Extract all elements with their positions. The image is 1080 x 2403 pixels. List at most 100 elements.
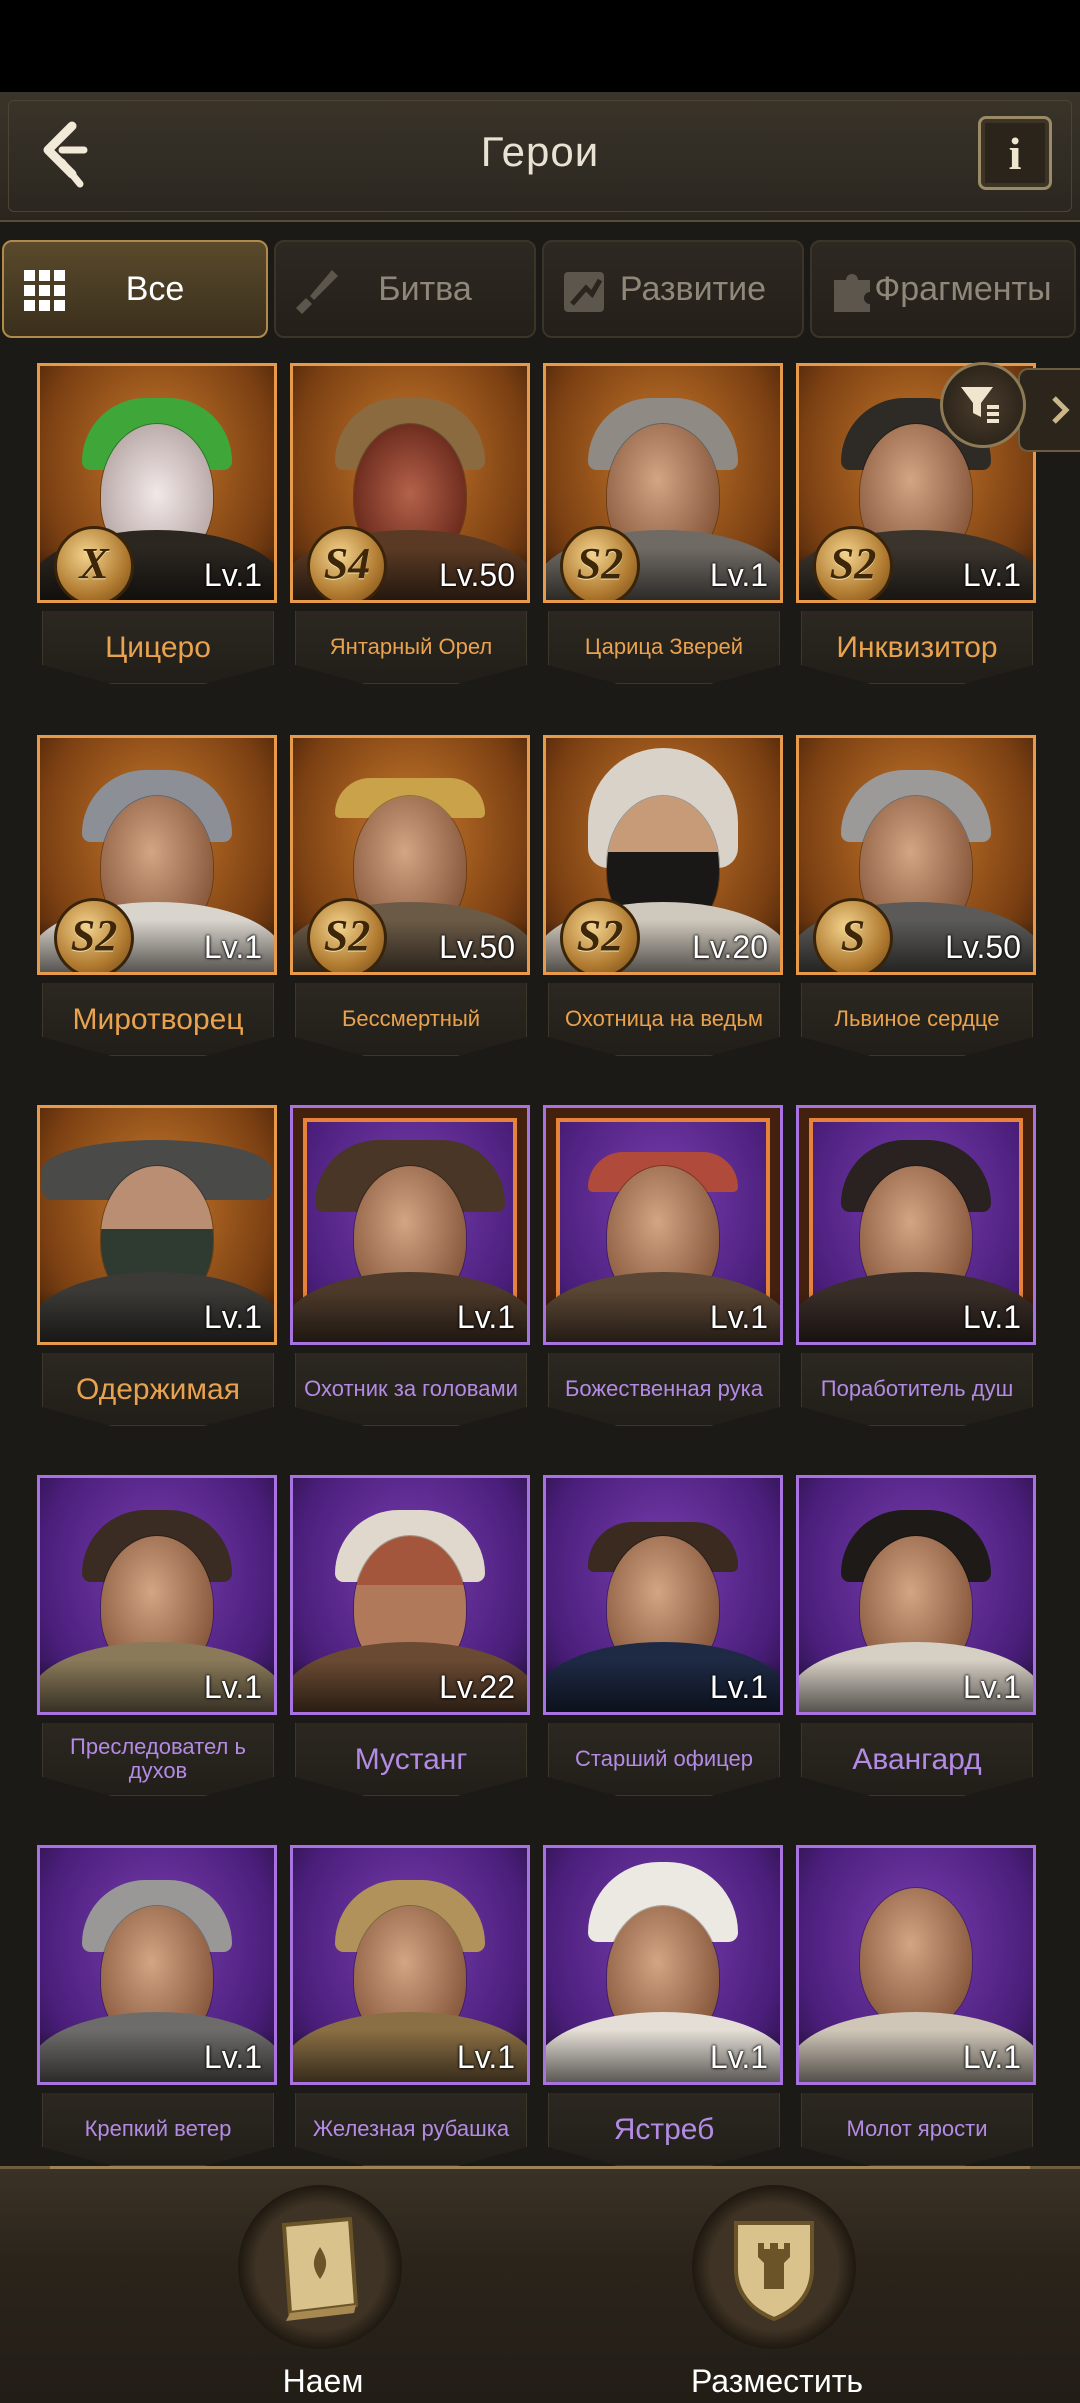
rank-badge: S2 [560, 526, 640, 600]
hero-card[interactable]: Lv.1 Одержимая [25, 1097, 277, 1427]
hero-level: Lv.1 [456, 1299, 515, 1335]
hero-card[interactable]: Lv.1 Крепкий ветер [25, 1837, 277, 2167]
hero-portrait: S2 Lv.50 [290, 735, 530, 975]
filter-tabs: Все Битва Развитие Фрагменты [0, 240, 1080, 340]
hero-nameplate: Мустанг [295, 1723, 527, 1796]
hero-nameplate: Львиное сердце [801, 983, 1033, 1056]
hero-portrait: Lv.22 [290, 1475, 530, 1715]
tab-all[interactable]: Все [2, 240, 268, 338]
hero-nameplate: Царица Зверей [548, 611, 780, 684]
hero-nameplate: Инквизитор [801, 611, 1033, 684]
hero-portrait: Lv.1 [290, 1105, 530, 1345]
hero-level: Lv.1 [203, 1669, 262, 1705]
hero-card[interactable]: S4 Lv.50 Янтарный Орел [278, 355, 530, 685]
hero-name: Поработитель душ [820, 1375, 1014, 1401]
dagger-icon [296, 270, 338, 314]
hero-name: Одержимая [76, 1372, 240, 1406]
hero-portrait: Lv.1 [290, 1845, 530, 2085]
hero-card[interactable]: X Lv.1 Цицеро [25, 355, 277, 685]
hero-card[interactable]: Lv.1 Старший офицер [531, 1467, 783, 1797]
hero-level: Lv.20 [692, 929, 768, 965]
hero-name: Цицеро [105, 630, 211, 664]
hero-name: Мустанг [354, 1742, 468, 1776]
hero-card[interactable]: S Lv.50 Львиное сердце [784, 727, 1036, 1057]
tab-fragments[interactable]: Фрагменты [810, 240, 1076, 338]
hero-level: Lv.1 [709, 557, 768, 593]
hero-portrait: Lv.1 [543, 1845, 783, 2085]
rank-badge: S [813, 898, 893, 972]
rank-badge: S2 [813, 526, 893, 600]
hero-nameplate: Крепкий ветер [42, 2093, 274, 2166]
hero-portrait: X Lv.1 [37, 363, 277, 603]
hero-card[interactable]: Lv.1 Божественная рука [531, 1097, 783, 1427]
hero-card[interactable]: S2 Lv.50 Бессмертный [278, 727, 530, 1057]
hero-level: Lv.50 [439, 557, 515, 593]
hero-level: Lv.1 [709, 2039, 768, 2075]
hero-portrait: Lv.1 [37, 1105, 277, 1345]
tab-battle[interactable]: Битва [274, 240, 536, 338]
hero-portrait: Lv.1 [796, 1475, 1036, 1715]
tab-battle-label: Битва [378, 269, 472, 308]
hero-level: Lv.1 [203, 929, 262, 965]
grid-icon [24, 270, 65, 311]
hero-card[interactable]: S2 Lv.20 Охотница на ведьм [531, 727, 783, 1057]
chevron-right-icon [1052, 396, 1070, 424]
hero-card[interactable]: S2 Lv.1 Царица Зверей [531, 355, 783, 685]
hero-name: Львиное сердце [834, 1005, 1000, 1031]
rank-badge: S2 [560, 898, 640, 972]
hero-nameplate: Старший офицер [548, 1723, 780, 1796]
bald-face [860, 1888, 972, 2028]
hero-nameplate: Железная рубашка [295, 2093, 527, 2166]
hero-level: Lv.1 [203, 2039, 262, 2075]
tab-development-label: Развитие [619, 269, 767, 308]
hero-card[interactable]: Lv.1 Авангард [784, 1467, 1036, 1797]
hero-card[interactable]: Lv.1 Молот ярости [784, 1837, 1036, 2167]
hero-level: Lv.1 [962, 557, 1021, 593]
hero-card[interactable]: S2 Lv.1 Миротворец [25, 727, 277, 1057]
recruit-button[interactable]: Наем [238, 2185, 408, 2399]
hero-nameplate: Ястреб [548, 2093, 780, 2166]
hero-nameplate: Молот ярости [801, 2093, 1033, 2166]
side-panel-tab[interactable] [1018, 368, 1080, 452]
hero-level: Lv.50 [439, 929, 515, 965]
hero-card[interactable]: Lv.1 Поработитель душ [784, 1097, 1036, 1427]
hero-level: Lv.50 [945, 929, 1021, 965]
hero-card[interactable]: Lv.1 Железная рубашка [278, 1837, 530, 2167]
hero-portrait: Lv.1 [796, 1105, 1036, 1345]
page-title: Герои [480, 128, 600, 175]
hero-nameplate: Авангард [801, 1723, 1033, 1796]
hero-nameplate: Янтарный Орел [295, 611, 527, 684]
info-button[interactable]: i [978, 116, 1052, 190]
hero-portrait: Lv.1 [37, 1475, 277, 1715]
hero-name: Миротворец [72, 1002, 244, 1036]
hero-card[interactable]: Lv.1 Преследовател ь духов [25, 1467, 277, 1797]
hero-card[interactable]: Lv.22 Мустанг [278, 1467, 530, 1797]
hero-name: Божественная рука [564, 1375, 764, 1401]
hero-name: Бессмертный [341, 1005, 481, 1031]
hero-portrait: S4 Lv.50 [290, 363, 530, 603]
rank-badge: X [54, 526, 134, 600]
hero-portrait: Lv.1 [543, 1105, 783, 1345]
filter-icon [961, 387, 999, 423]
hero-portrait: S2 Lv.1 [37, 735, 277, 975]
tab-development[interactable]: Развитие [542, 240, 804, 338]
hero-level: Lv.1 [962, 2039, 1021, 2075]
hero-name: Преследовател ь духов [70, 1733, 246, 1783]
hero-nameplate: Поработитель душ [801, 1353, 1033, 1426]
hero-portrait: S2 Lv.1 [543, 363, 783, 603]
hero-name: Ястреб [613, 2112, 715, 2146]
hero-level: Lv.1 [962, 1669, 1021, 1705]
hero-name: Старший офицер [575, 1745, 753, 1771]
hero-name: Царица Зверей [584, 633, 744, 659]
hero-name: Крепкий ветер [84, 2115, 232, 2141]
deploy-button[interactable]: Разместить [691, 2185, 863, 2399]
book-icon [281, 2216, 359, 2321]
hero-card[interactable]: Lv.1 Охотник за головами [278, 1097, 530, 1427]
hero-card[interactable]: Lv.1 Ястреб [531, 1837, 783, 2167]
filter-button[interactable] [940, 362, 1026, 448]
status-bar [0, 0, 1080, 92]
hero-level: Lv.1 [203, 557, 262, 593]
hero-portrait: Lv.1 [796, 1845, 1036, 2085]
hero-portrait: S2 Lv.20 [543, 735, 783, 975]
hero-nameplate: Преследовател ь духов [42, 1723, 274, 1796]
